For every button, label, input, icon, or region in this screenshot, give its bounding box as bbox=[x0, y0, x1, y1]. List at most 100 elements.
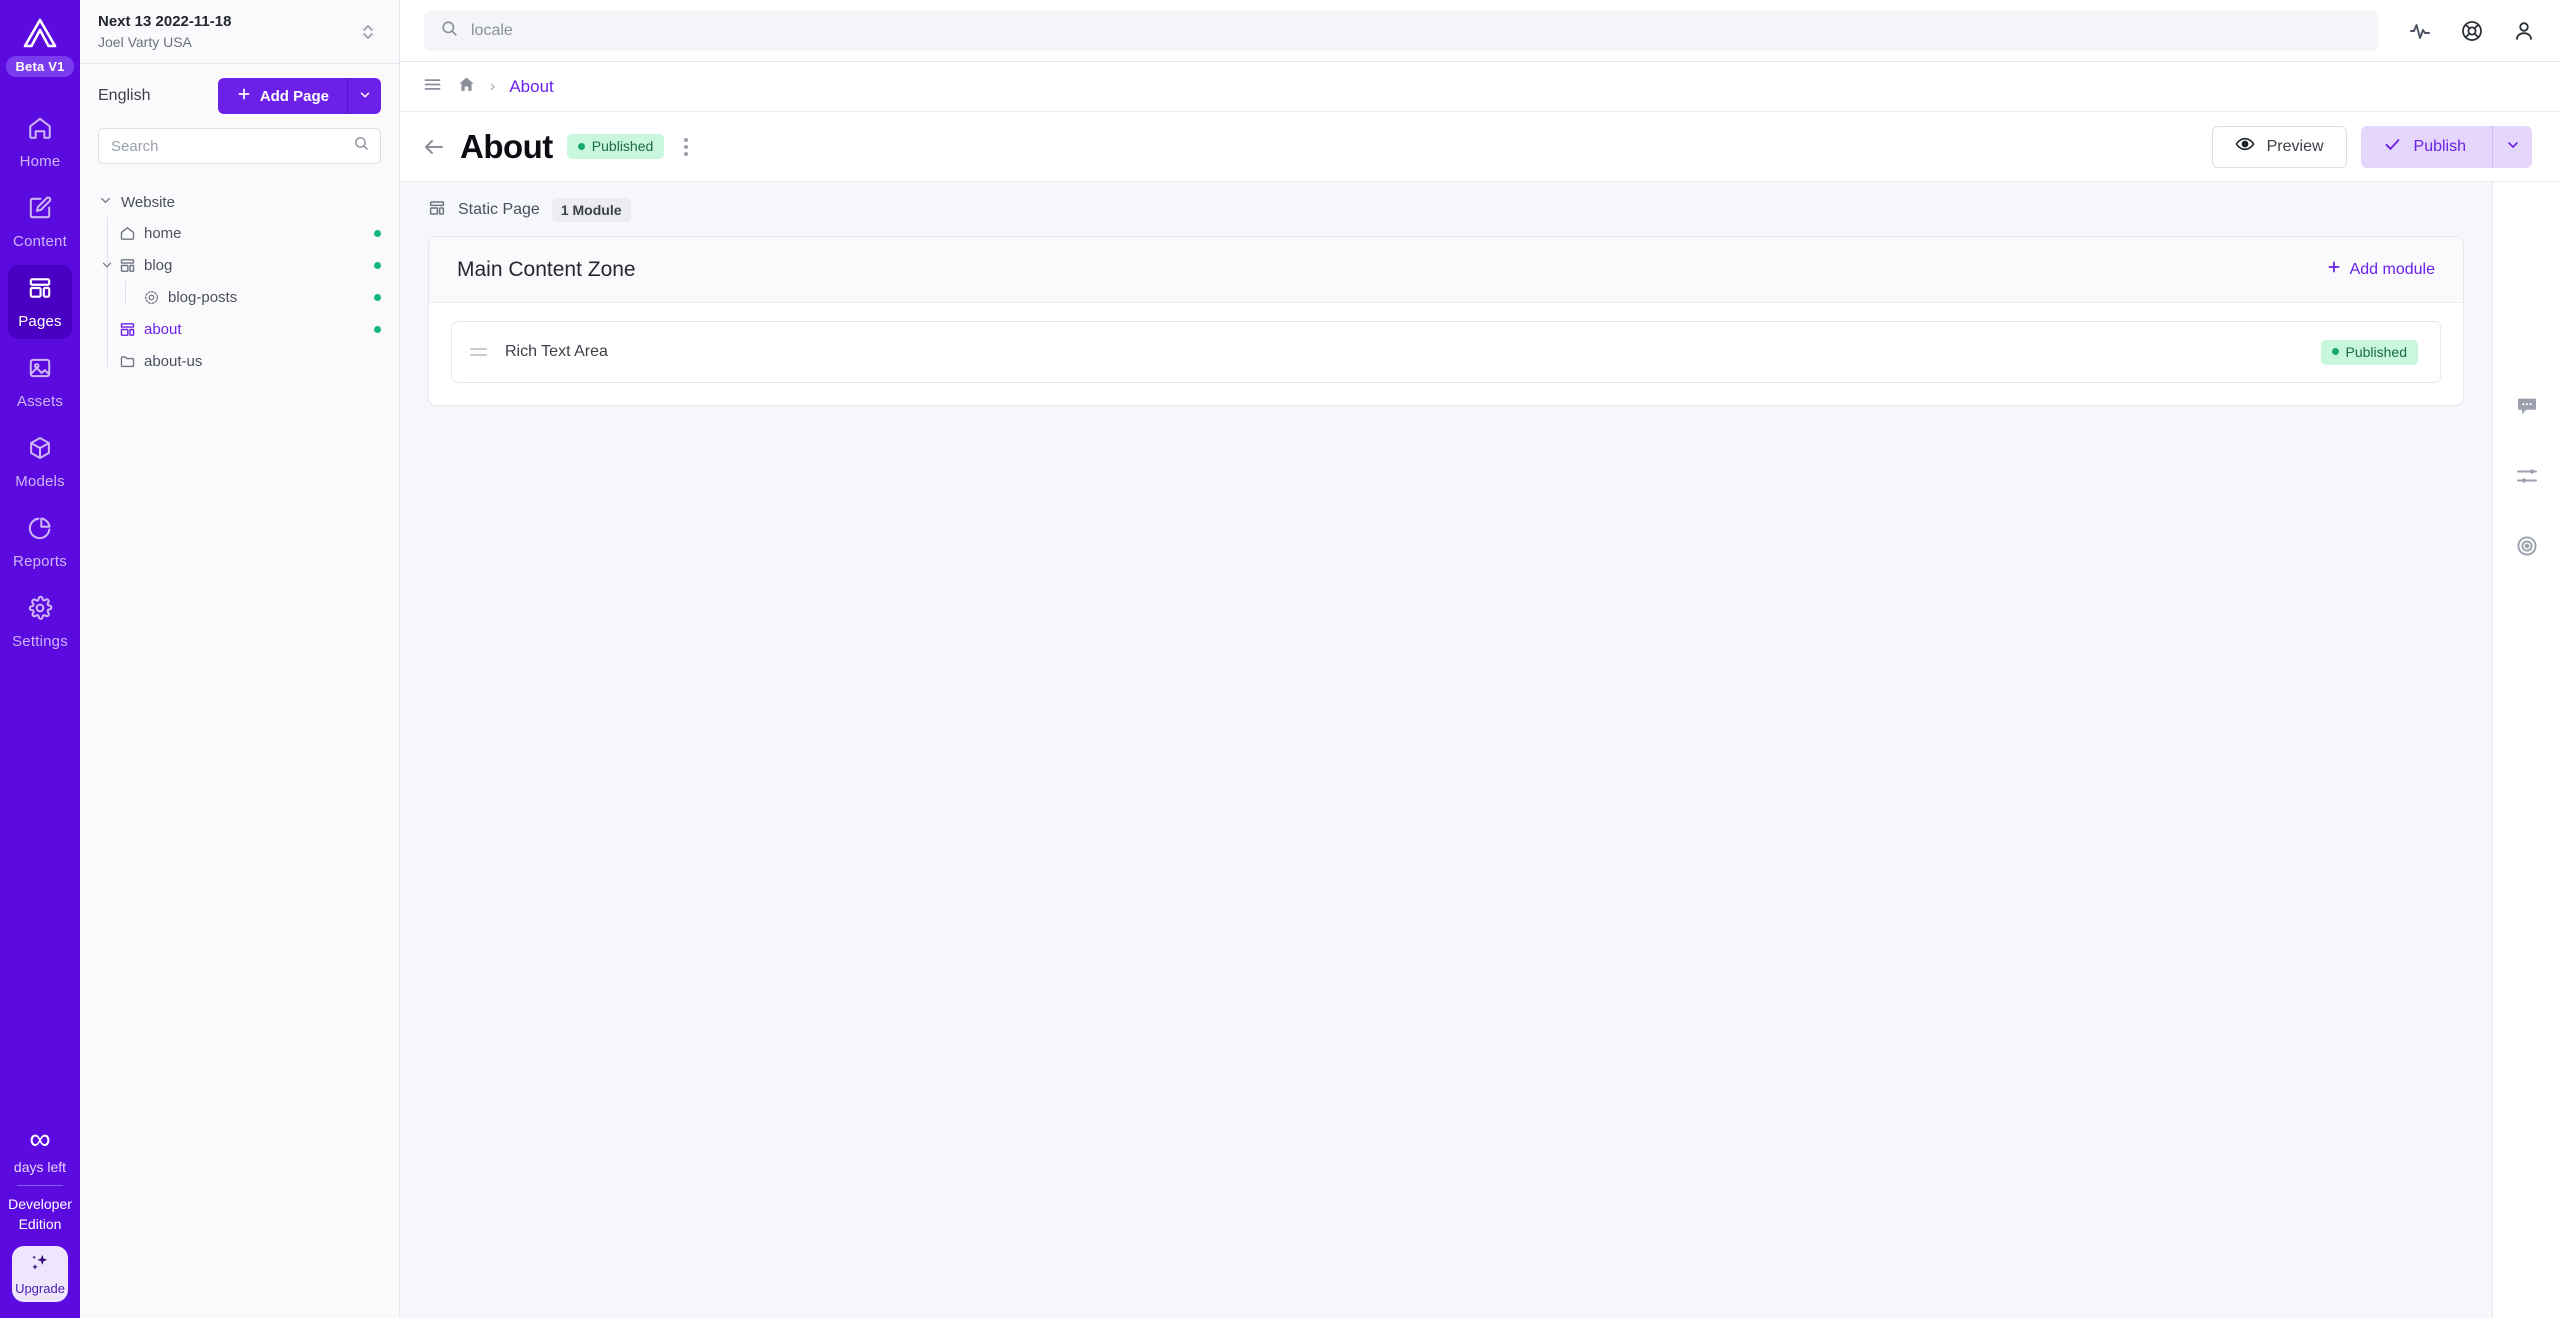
status-dot bbox=[2331, 348, 2339, 355]
content-main: Static Page 1 Module Main Content Zone A… bbox=[400, 182, 2492, 1318]
tree-node-blog-posts[interactable]: blog-posts bbox=[80, 281, 399, 313]
breadcrumb: › About bbox=[400, 62, 2560, 112]
search-icon[interactable] bbox=[353, 135, 370, 157]
sidebar-item-models[interactable]: Models bbox=[8, 425, 72, 499]
language-label[interactable]: English bbox=[98, 87, 150, 105]
status-badge: Published bbox=[566, 134, 665, 159]
add-page-dropdown-button[interactable] bbox=[347, 78, 381, 114]
comment-icon[interactable] bbox=[2515, 394, 2539, 418]
right-tool-rail bbox=[2492, 182, 2560, 1318]
sidebar-item-home[interactable]: Home bbox=[8, 105, 72, 179]
status-dot bbox=[374, 293, 381, 301]
site-selector[interactable]: Next 13 2022-11-18 Joel Varty USA bbox=[80, 0, 399, 64]
page-tree-panel: Next 13 2022-11-18 Joel Varty USA Englis… bbox=[80, 0, 400, 1318]
content-zone-body: Rich Text Area Published bbox=[429, 303, 2463, 405]
edit-square-icon bbox=[27, 195, 53, 226]
sidebar-item-label: Reports bbox=[13, 552, 67, 570]
back-arrow-icon[interactable] bbox=[422, 135, 446, 159]
add-page-button[interactable]: Add Page bbox=[217, 78, 347, 114]
preview-button[interactable]: Preview bbox=[2211, 125, 2347, 168]
preview-label: Preview bbox=[2266, 137, 2324, 155]
module-row[interactable]: Rich Text Area Published bbox=[451, 321, 2441, 383]
sidebar-item-label: Content bbox=[13, 232, 67, 250]
upgrade-button[interactable]: Upgrade bbox=[12, 1246, 68, 1302]
content-zone-title: Main Content Zone bbox=[457, 257, 636, 281]
main-region: › About About Published bbox=[400, 0, 2560, 1318]
rail-footer: ∞ days left Developer Edition Upgrade bbox=[0, 1123, 80, 1302]
edition-label: Developer Edition bbox=[8, 1196, 72, 1232]
sidebar-item-assets[interactable]: Assets bbox=[8, 345, 72, 419]
image-icon bbox=[27, 355, 53, 386]
layout-icon bbox=[27, 275, 53, 306]
eye-icon bbox=[2235, 134, 2255, 159]
tree-node-about-us[interactable]: about-us bbox=[80, 345, 399, 377]
sidebar-item-content[interactable]: Content bbox=[8, 185, 72, 259]
infinity-icon: ∞ bbox=[29, 1123, 51, 1156]
language-and-add-row: English Add Page bbox=[80, 64, 399, 128]
global-search-input[interactable] bbox=[471, 21, 2362, 40]
home-icon bbox=[116, 225, 138, 242]
site-owner: Joel Varty USA bbox=[98, 34, 192, 50]
status-badge-label: Published bbox=[591, 138, 654, 154]
module-status-badge: Published bbox=[2320, 339, 2418, 365]
plus-icon bbox=[2326, 259, 2342, 280]
module-name: Rich Text Area bbox=[505, 343, 608, 360]
breadcrumb-separator: › bbox=[490, 77, 496, 95]
plus-icon bbox=[236, 86, 252, 106]
home-icon bbox=[27, 115, 53, 146]
status-dot bbox=[374, 261, 381, 269]
home-solid-icon[interactable] bbox=[457, 75, 476, 99]
check-icon bbox=[2383, 135, 2402, 159]
divider bbox=[17, 1185, 63, 1186]
publish-button[interactable]: Publish bbox=[2360, 125, 2492, 168]
upgrade-label: Upgrade bbox=[15, 1281, 65, 1296]
sidebar-item-reports[interactable]: Reports bbox=[8, 505, 72, 579]
site-info: Next 13 2022-11-18 Joel Varty USA bbox=[98, 12, 231, 51]
primary-nav-rail: Beta V1 Home Content Pages Assets Models… bbox=[0, 0, 80, 1318]
add-module-label: Add module bbox=[2349, 260, 2435, 278]
hamburger-icon[interactable] bbox=[422, 74, 443, 100]
lifebuoy-icon[interactable] bbox=[2460, 19, 2484, 43]
activity-icon[interactable] bbox=[2408, 19, 2432, 43]
tree-node-about[interactable]: about bbox=[80, 313, 399, 345]
user-icon[interactable] bbox=[2512, 19, 2536, 43]
global-search[interactable] bbox=[424, 10, 2378, 51]
page-options-menu-button[interactable] bbox=[678, 132, 694, 162]
tree-root-website[interactable]: Website bbox=[80, 188, 399, 217]
breadcrumb-current[interactable]: About bbox=[509, 77, 553, 97]
module-count-badge: 1 Module bbox=[551, 198, 631, 222]
top-bar bbox=[400, 0, 2560, 62]
sidebar-item-label: Assets bbox=[16, 392, 64, 410]
tree-node-home[interactable]: home bbox=[80, 217, 399, 249]
add-module-button[interactable]: Add module bbox=[2326, 259, 2435, 280]
site-switch-icon[interactable] bbox=[355, 17, 381, 47]
agility-logo-icon bbox=[16, 12, 64, 54]
layout-icon bbox=[116, 257, 138, 274]
sliders-icon[interactable] bbox=[2515, 464, 2539, 488]
publish-dropdown-button[interactable] bbox=[2492, 125, 2532, 168]
tree-node-label: about bbox=[144, 320, 182, 338]
beta-badge: Beta V1 bbox=[6, 56, 74, 77]
gear-icon bbox=[27, 595, 53, 626]
chevron-down-icon bbox=[358, 88, 372, 105]
search-icon bbox=[440, 19, 459, 43]
sparkle-icon bbox=[29, 1252, 51, 1279]
tree-node-blog[interactable]: blog bbox=[80, 249, 399, 281]
page-title: About bbox=[460, 127, 553, 165]
rail-item-list: Home Content Pages Assets Models Reports… bbox=[0, 105, 80, 665]
content-area: Static Page 1 Module Main Content Zone A… bbox=[400, 182, 2560, 1318]
search-input[interactable] bbox=[111, 137, 345, 155]
cube-icon bbox=[27, 435, 53, 466]
page-header: About Published Preview Publish bbox=[400, 112, 2560, 182]
sidebar-item-pages[interactable]: Pages bbox=[8, 265, 72, 339]
sidebar-item-settings[interactable]: Settings bbox=[8, 585, 72, 659]
tree-search-box[interactable] bbox=[98, 128, 381, 164]
page-type-label: Static Page bbox=[458, 201, 540, 218]
tree-search-wrap bbox=[80, 128, 399, 178]
days-left-label: days left bbox=[13, 1159, 67, 1175]
target-icon[interactable] bbox=[2515, 534, 2539, 558]
content-zone-header: Main Content Zone Add module bbox=[429, 237, 2463, 303]
chevron-down-icon[interactable] bbox=[98, 258, 116, 272]
publish-label: Publish bbox=[2413, 137, 2466, 155]
drag-handle-icon[interactable] bbox=[470, 348, 487, 356]
